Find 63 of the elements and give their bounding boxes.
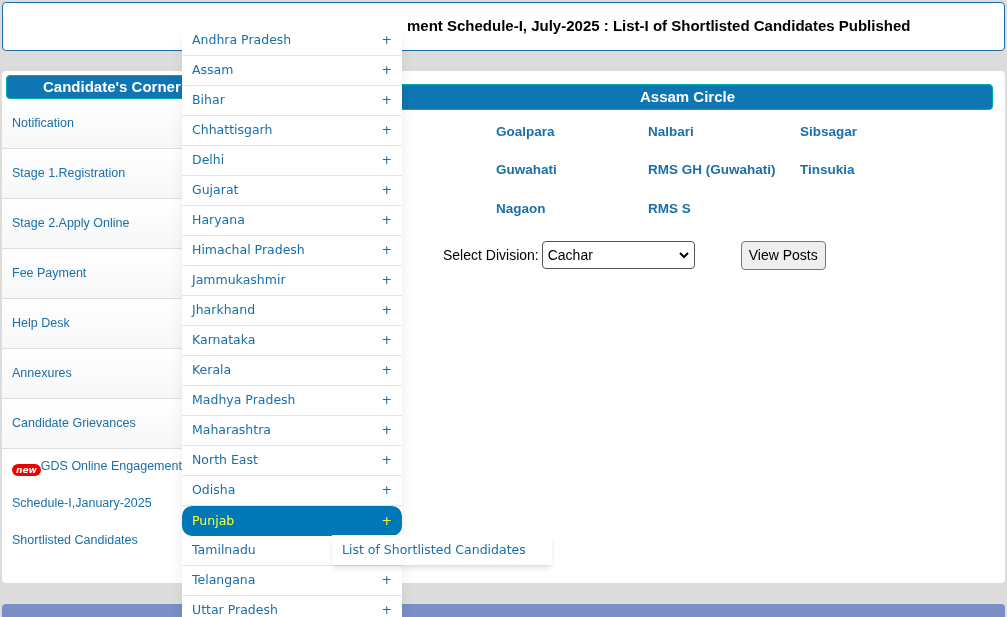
sidebar-link[interactable]: Notification xyxy=(12,114,74,133)
expand-icon: + xyxy=(381,391,392,410)
menu-item[interactable]: Haryana + xyxy=(182,206,402,236)
sidebar-link[interactable]: Candidate Grievances xyxy=(12,414,136,433)
sidebar-link[interactable]: Stage 2.Apply Online xyxy=(12,214,130,233)
menu-item[interactable]: Jharkhand + xyxy=(182,296,402,326)
menu-item[interactable]: Gujarat + xyxy=(182,176,402,206)
expand-icon: + xyxy=(381,511,392,531)
menu-item[interactable]: Punjab + xyxy=(182,506,402,536)
sidebar-link[interactable]: Schedule-I,January-2025 xyxy=(12,493,152,513)
submenu-item[interactable]: List of Shortlisted Candidates xyxy=(332,535,552,565)
announcement-text[interactable]: ment Schedule-I, July-2025 : List-I of Shortlisted Candidates Published xyxy=(407,15,911,38)
menu-item[interactable]: Himachal Pradesh + xyxy=(182,236,402,266)
expand-icon: + xyxy=(381,91,392,110)
division-link[interactable]: Sibsagar xyxy=(800,122,952,143)
expand-icon: + xyxy=(381,301,392,320)
chevron-down-icon xyxy=(678,251,689,259)
expand-icon: + xyxy=(381,211,392,230)
expand-icon: + xyxy=(381,31,392,50)
expand-icon: + xyxy=(381,421,392,440)
expand-icon: + xyxy=(381,451,392,470)
expand-icon: + xyxy=(381,121,392,140)
menu-item[interactable]: Kerala + xyxy=(182,356,402,386)
division-link[interactable]: Tinsukia xyxy=(800,160,952,181)
view-posts-button[interactable]: View Posts xyxy=(740,240,826,270)
menu-item[interactable]: North East + xyxy=(182,446,402,476)
menu-item[interactable]: Karnataka + xyxy=(182,326,402,356)
menu-item[interactable]: Andhra Pradesh + xyxy=(182,26,402,56)
menu-item[interactable]: Jammukashmir + xyxy=(182,266,402,296)
division-link[interactable]: Guwahati xyxy=(496,160,648,181)
expand-icon: + xyxy=(381,601,392,617)
sidebar-link[interactable]: Annexures xyxy=(12,364,72,383)
division-link[interactable]: RMS S xyxy=(648,198,800,219)
new-badge: new xyxy=(12,463,41,476)
field-label: Select Division: xyxy=(443,245,539,265)
menu-item[interactable]: Assam + xyxy=(182,56,402,86)
menu-item[interactable]: Delhi + xyxy=(182,146,402,176)
expand-icon: + xyxy=(381,151,392,170)
sidebar-link[interactable]: Shortlisted Candidates xyxy=(12,530,138,550)
sidebar-link[interactable]: GDS Online Engagement xyxy=(40,457,182,476)
menu-item[interactable]: Chhattisgarh + xyxy=(182,116,402,146)
division-link[interactable]: Nalbari xyxy=(648,122,800,143)
menu-item[interactable]: Maharashtra + xyxy=(182,416,402,446)
sidebar-link[interactable]: Stage 1.Registration xyxy=(12,164,126,183)
expand-icon: + xyxy=(381,241,392,260)
menu-item[interactable]: Telangana + xyxy=(182,566,402,596)
sidebar-link[interactable]: Fee Payment xyxy=(12,264,87,283)
expand-icon: + xyxy=(381,571,392,590)
expand-icon: + xyxy=(381,61,392,80)
division-link[interactable]: Nagaon xyxy=(496,198,648,219)
expand-icon: + xyxy=(381,481,392,500)
menu-item[interactable]: Madhya Pradesh + xyxy=(182,386,402,416)
expand-icon: + xyxy=(381,271,392,290)
division-link[interactable]: RMS GH (Guwahati) xyxy=(648,160,800,181)
sidebar-link[interactable]: Help Desk xyxy=(12,314,70,333)
expand-icon: + xyxy=(381,331,392,350)
menu-item[interactable]: Bihar + xyxy=(182,86,402,116)
dropdown-value: Cachar xyxy=(547,245,593,265)
division-link[interactable]: Goalpara xyxy=(496,122,648,143)
division-dropdown[interactable]: Cachar xyxy=(541,241,695,270)
menu-item[interactable]: Uttar Pradesh + xyxy=(182,596,402,617)
expand-icon: + xyxy=(381,361,392,380)
expand-icon: + xyxy=(381,181,392,200)
